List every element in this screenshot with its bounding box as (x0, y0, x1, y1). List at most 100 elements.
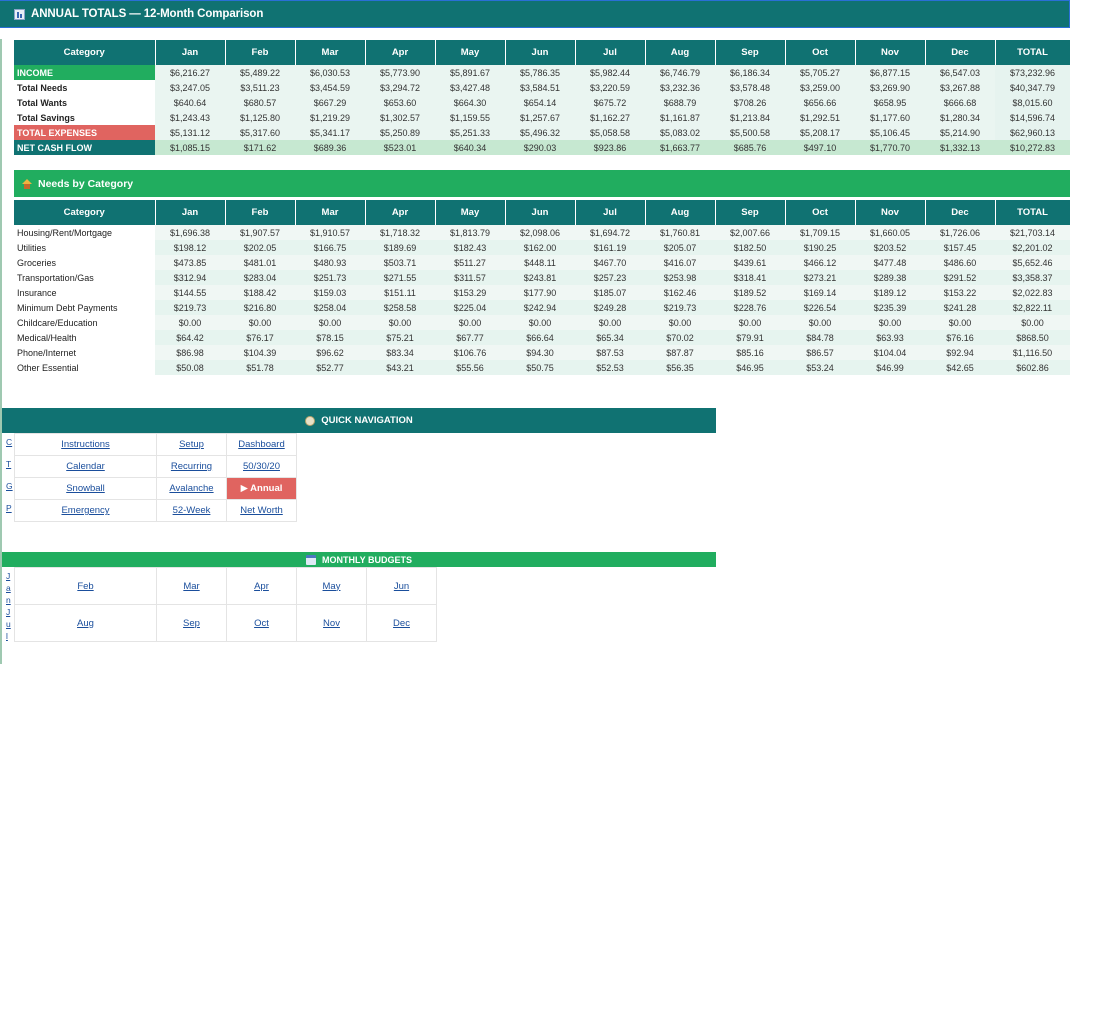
cell-value: $86.98 (155, 345, 225, 360)
month-header: Dec (925, 200, 996, 225)
row-label: Minimum Debt Payments (17, 302, 118, 313)
cell-value: $640.64 (155, 95, 225, 110)
row-label: Other Essential (17, 362, 79, 373)
cell-value: $480.93 (295, 255, 365, 270)
cell-value: $1,257.67 (505, 110, 575, 125)
table-row: Minimum Debt Payments $219.73 $216.80 $258.… (14, 300, 1070, 315)
nav-link[interactable]: Calendar (66, 461, 105, 472)
nav-link[interactable]: ▶ Annual (241, 483, 283, 494)
cell-value: $0.00 (435, 315, 505, 330)
cell-value: $6,877.15 (855, 65, 925, 80)
gutter-link-glyph[interactable]: T (6, 459, 14, 470)
cell-value: $3,267.88 (925, 80, 995, 95)
cell-value: $0.00 (505, 315, 575, 330)
category-header: Category (14, 200, 156, 225)
cell-value: $243.81 (505, 270, 575, 285)
cell-value: $104.39 (225, 345, 295, 360)
table-row: Medical/Health $64.42 $76.17 $78.15 $75.21 $6… (14, 330, 1070, 345)
row-total: $73,232.96 (995, 65, 1070, 80)
gutter-link-glyph[interactable]: l (6, 631, 14, 642)
row-label: Groceries (17, 257, 57, 268)
cell-value: $55.56 (435, 360, 505, 375)
nav-link[interactable]: Net Worth (240, 505, 283, 516)
row-label: Phone/Internet (17, 347, 77, 358)
sheet-header: ANNUAL TOTALS — 12-Month Comparison (0, 0, 1070, 28)
month-cell: Oct (226, 604, 297, 642)
cell-value: $3,578.48 (715, 80, 785, 95)
cell-value: $1,770.70 (855, 140, 925, 155)
month-header: Apr (365, 40, 436, 65)
cell-value: $5,705.27 (785, 65, 855, 80)
nav-link[interactable]: 50/30/20 (243, 461, 280, 472)
header-row: Category Jan Feb Mar Apr May Jun Jul Aug Sep Oct No… (14, 40, 1071, 65)
table-row: Total Wants $640.64 $680.57 $667.29 $653.60 $… (14, 95, 1070, 110)
monthly-budgets-title: MONTHLY BUDGETS (321, 554, 412, 565)
cell-value: $5,083.02 (645, 125, 715, 140)
quick-navigation-links: Instructions Setup Dashboard Calendar Recurr… (14, 433, 297, 522)
nav-link[interactable]: Avalanche (169, 483, 213, 494)
nav-link[interactable]: Dashboard (238, 439, 284, 450)
cell-value: $283.04 (225, 270, 295, 285)
month-link[interactable]: Nov (323, 618, 340, 629)
gutter-link-glyph[interactable]: J (6, 607, 14, 618)
row-label: Total Needs (17, 82, 68, 93)
cell-value: $511.27 (435, 255, 505, 270)
month-link[interactable]: Aug (77, 618, 94, 629)
summary-table: Category Jan Feb Mar Apr May Jun Jul Aug Sep Oct No… (14, 40, 1071, 155)
cell-value: $523.01 (365, 140, 435, 155)
month-link[interactable]: Jun (394, 581, 409, 592)
gutter-link-glyph[interactable]: a (6, 583, 14, 594)
cell-value: $257.23 (575, 270, 645, 285)
row-total: $602.86 (995, 360, 1070, 375)
row-total: $0.00 (995, 315, 1070, 330)
gutter-link-glyph[interactable]: n (6, 595, 14, 606)
nav-cell: Instructions (14, 433, 157, 456)
month-header: Oct (785, 40, 856, 65)
cell-value: $46.95 (715, 360, 785, 375)
cell-value: $1,161.87 (645, 110, 715, 125)
cell-value: $84.78 (785, 330, 855, 345)
cell-value: $106.76 (435, 345, 505, 360)
cell-value: $5,214.90 (925, 125, 995, 140)
cell-value: $0.00 (925, 315, 995, 330)
cell-value: $5,773.90 (365, 65, 435, 80)
cell-value: $43.21 (365, 360, 435, 375)
month-link[interactable]: May (323, 581, 341, 592)
nav-link[interactable]: Setup (179, 439, 204, 450)
cell-value: $1,219.29 (295, 110, 365, 125)
gutter-link-glyph[interactable]: C (6, 437, 14, 448)
nav-link[interactable]: Recurring (171, 461, 212, 472)
cell-value: $3,511.23 (225, 80, 295, 95)
cell-value: $46.99 (855, 360, 925, 375)
month-link[interactable]: Oct (254, 618, 269, 629)
table-row: TOTAL EXPENSES $5,131.12 $5,317.60 $5,341.1… (14, 125, 1070, 140)
cell-value: $654.14 (505, 95, 575, 110)
nav-link[interactable]: Instructions (61, 439, 110, 450)
gutter-link-glyph[interactable]: u (6, 619, 14, 630)
gutter-link-glyph[interactable]: P (6, 503, 14, 514)
cell-value: $5,489.22 (225, 65, 295, 80)
gutter-link-glyph[interactable]: J (6, 571, 14, 582)
gutter-link-glyph[interactable]: G (6, 481, 14, 492)
monthly-budgets-gutter-links[interactable]: JanJul (6, 571, 14, 643)
cell-value: $497.10 (785, 140, 855, 155)
nav-link[interactable]: 52-Week (173, 505, 211, 516)
month-link[interactable]: Mar (183, 581, 199, 592)
month-link[interactable]: Sep (183, 618, 200, 629)
quick-nav-gutter-links[interactable]: CTGP (6, 437, 14, 525)
month-link[interactable]: Dec (393, 618, 410, 629)
month-header: Sep (715, 200, 786, 225)
row-total: $14,596.74 (995, 110, 1070, 125)
cell-value: $481.01 (225, 255, 295, 270)
month-link[interactable]: Apr (254, 581, 269, 592)
cell-value: $3,247.05 (155, 80, 225, 95)
cell-value: $1,660.05 (855, 225, 925, 240)
cell-value: $467.70 (575, 255, 645, 270)
cell-value: $1,125.80 (225, 110, 295, 125)
month-link[interactable]: Feb (77, 581, 93, 592)
nav-link[interactable]: Snowball (66, 483, 105, 494)
nav-link[interactable]: Emergency (61, 505, 109, 516)
chart-icon (14, 8, 25, 20)
cell-value: $5,496.32 (505, 125, 575, 140)
cell-value: $667.29 (295, 95, 365, 110)
